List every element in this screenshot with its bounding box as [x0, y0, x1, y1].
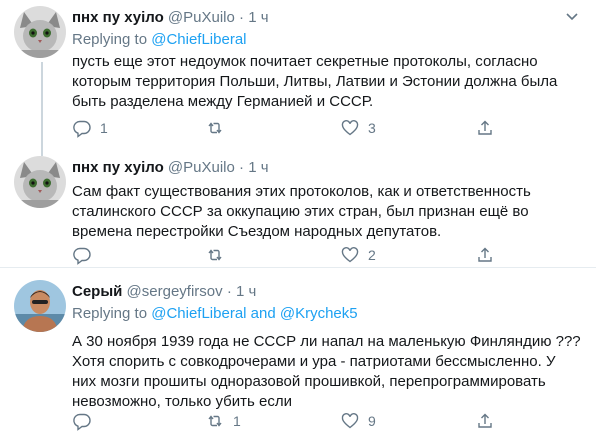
share-icon: [478, 413, 492, 428]
user-handle[interactable]: @sergeyfirsov: [127, 283, 223, 300]
tweet-3[interactable]: Серый @sergeyfirsov · 1 ч Replying to @C…: [0, 268, 596, 440]
mention-link[interactable]: @ChiefLiberal and @Krychek5: [151, 305, 357, 322]
display-name[interactable]: пнх пу хуіло: [72, 159, 164, 176]
reply-icon: [73, 413, 91, 431]
like-button[interactable]: 2: [340, 245, 376, 265]
reply-button[interactable]: [72, 411, 100, 431]
like-button[interactable]: 3: [340, 118, 376, 138]
cat-avatar-icon: [14, 6, 66, 58]
tweet-text: А 30 ноября 1939 года не СССР ли напал н…: [72, 333, 581, 410]
reply-button[interactable]: [72, 245, 100, 265]
heart-icon: [341, 413, 359, 429]
separator-dot: ·: [239, 9, 245, 26]
timestamp[interactable]: 1 ч: [248, 159, 268, 176]
replying-prefix: Replying to: [72, 31, 152, 48]
share-button[interactable]: [475, 245, 495, 265]
timestamp[interactable]: 1 ч: [248, 9, 268, 26]
reply-icon: [73, 247, 91, 265]
heart-icon: [341, 120, 359, 136]
separator-dot: ·: [226, 283, 232, 300]
retweet-count: 1: [233, 413, 241, 429]
like-count: 3: [368, 120, 376, 136]
share-icon: [478, 120, 492, 135]
avatar[interactable]: [14, 280, 66, 332]
tweet-text: пусть еще этот недоумок почитает секретн…: [72, 53, 558, 110]
tweet-actions: 1 3: [72, 118, 532, 138]
thread-line: [41, 62, 43, 150]
reply-icon: [73, 120, 91, 138]
chevron-down-icon[interactable]: [564, 8, 580, 24]
retweet-icon: [208, 122, 222, 134]
timestamp[interactable]: 1 ч: [236, 283, 256, 300]
conversation-timeline: пнх пу хуіло @PuXuilo · 1 ч Replying to …: [0, 0, 596, 440]
tweet-text: Сам факт существования этих протоколов, …: [72, 183, 531, 240]
retweet-button[interactable]: [205, 245, 233, 265]
separator-dot: ·: [239, 159, 245, 176]
tweet-header: Серый @sergeyfirsov · 1 ч: [72, 282, 586, 302]
tweet-1[interactable]: пнх пу хуіло @PuXuilo · 1 ч Replying to …: [0, 0, 596, 150]
display-name[interactable]: пнх пу хуіло: [72, 9, 164, 26]
share-icon: [478, 247, 492, 262]
replying-to: Replying to @ChiefLiberal: [72, 30, 586, 50]
like-button[interactable]: 9: [340, 411, 376, 431]
share-button[interactable]: [475, 118, 495, 138]
man-avatar-icon: [14, 280, 66, 332]
retweet-button[interactable]: 1: [205, 411, 241, 431]
reply-count: 1: [100, 120, 108, 136]
display-name[interactable]: Серый: [72, 283, 122, 300]
like-count: 9: [368, 413, 376, 429]
like-count: 2: [368, 247, 376, 263]
tweet-2[interactable]: пнх пу хуіло @PuXuilo · 1 ч Сам факт сущ…: [0, 150, 596, 267]
tweet-actions: 2: [72, 245, 532, 265]
tweet-header: пнх пу хуіло @PuXuilo · 1 ч: [72, 8, 586, 28]
share-button[interactable]: [475, 411, 495, 431]
user-handle[interactable]: @PuXuilo: [168, 159, 235, 176]
tweet-actions: 1 9: [72, 411, 532, 431]
replying-to: Replying to @ChiefLiberal and @Krychek5: [72, 304, 586, 324]
cat-avatar-icon: [14, 156, 66, 208]
replying-prefix: Replying to: [72, 305, 152, 322]
retweet-icon: [208, 415, 222, 427]
heart-icon: [341, 247, 359, 263]
avatar[interactable]: [14, 156, 66, 208]
mention-link[interactable]: @ChiefLiberal: [151, 31, 246, 48]
user-handle[interactable]: @PuXuilo: [168, 9, 235, 26]
retweet-button[interactable]: [205, 118, 233, 138]
avatar[interactable]: [14, 6, 66, 58]
tweet-header: пнх пу хуіло @PuXuilo · 1 ч: [72, 158, 586, 178]
retweet-icon: [208, 249, 222, 261]
reply-button[interactable]: 1: [72, 118, 108, 138]
